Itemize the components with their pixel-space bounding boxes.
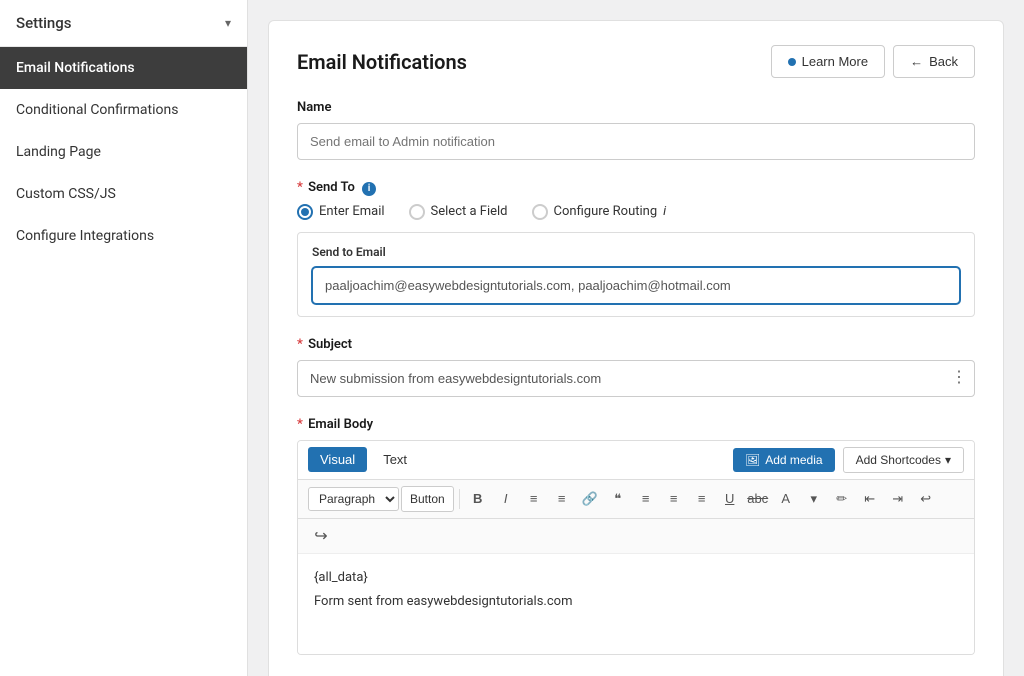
main-content: Email Notifications Learn More ← Back Na…: [248, 0, 1024, 676]
link-button[interactable]: 🔗: [577, 486, 603, 512]
unordered-list-button[interactable]: ≡: [521, 486, 547, 512]
name-input[interactable]: [297, 123, 975, 160]
info-icon-routing[interactable]: i: [663, 204, 666, 219]
editor-top-right: 🖼 Add media Add Shortcodes ▾: [733, 447, 964, 473]
sidebar-item-label: Custom CSS/JS: [16, 186, 116, 202]
radio-btn-select-field: [409, 204, 425, 220]
add-media-label: Add media: [765, 453, 822, 467]
italic-button[interactable]: I: [493, 486, 519, 512]
editor-undo-bar: ↪: [298, 519, 974, 554]
outdent-button[interactable]: ⇤: [857, 486, 883, 512]
align-center-button[interactable]: ≡: [661, 486, 687, 512]
indent-button[interactable]: ⇥: [885, 486, 911, 512]
add-shortcodes-label: Add Shortcodes: [856, 453, 941, 467]
chevron-down-icon: ▾: [225, 16, 231, 30]
sidebar-item-label: Landing Page: [16, 144, 101, 160]
sidebar-item-label: Conditional Confirmations: [16, 102, 178, 118]
send-to-email-input[interactable]: [312, 267, 960, 304]
underline-button[interactable]: U: [717, 486, 743, 512]
radio-label-enter-email: Enter Email: [319, 204, 385, 219]
paragraph-select[interactable]: Paragraph: [308, 487, 399, 511]
send-to-email-box: Send to Email: [297, 232, 975, 317]
radio-configure-routing[interactable]: Configure Routing i: [532, 204, 667, 220]
divider: [459, 489, 460, 509]
subject-input[interactable]: [297, 360, 975, 397]
bold-button[interactable]: B: [465, 486, 491, 512]
page-title: Email Notifications: [297, 50, 467, 74]
learn-more-label: Learn More: [802, 54, 868, 69]
subject-section: * Subject ⋮: [297, 337, 975, 397]
chevron-down-icon: ▾: [945, 453, 951, 467]
sidebar-item-configure-integrations[interactable]: Configure Integrations: [0, 215, 247, 257]
sidebar-settings-label: Settings: [16, 14, 72, 32]
editor-formatting-bar: Paragraph Button B I ≡ ≡ 🔗 ❝ ≡ ≡ ≡ U abc…: [298, 480, 974, 519]
add-media-icon: 🖼: [745, 453, 760, 467]
color-dropdown-button[interactable]: ▾: [801, 486, 827, 512]
name-label: Name: [297, 100, 975, 115]
radio-label-select-field: Select a Field: [431, 204, 508, 219]
subject-dots-button[interactable]: ⋮: [951, 370, 967, 386]
text-color-button[interactable]: A: [773, 486, 799, 512]
editor-tabs: Visual Text: [308, 447, 419, 472]
content-card: Email Notifications Learn More ← Back Na…: [268, 20, 1004, 676]
back-button[interactable]: ← Back: [893, 45, 975, 78]
learn-more-button[interactable]: Learn More: [771, 45, 885, 78]
sidebar-item-label: Configure Integrations: [16, 228, 154, 244]
sidebar-item-email-notifications[interactable]: Email Notifications: [0, 47, 247, 89]
tab-text[interactable]: Text: [371, 447, 419, 472]
radio-enter-email[interactable]: Enter Email: [297, 204, 385, 220]
back-arrow-icon: ←: [910, 54, 923, 69]
align-left-button[interactable]: ≡: [633, 486, 659, 512]
back-label: Back: [929, 54, 958, 69]
tab-visual[interactable]: Visual: [308, 447, 367, 472]
align-right-button[interactable]: ≡: [689, 486, 715, 512]
editor-toolbar-top: Visual Text 🖼 Add media Add Shortcodes ▾: [298, 441, 974, 480]
sidebar-item-label: Email Notifications: [16, 60, 135, 76]
name-section: Name: [297, 100, 975, 160]
email-body-label: * Email Body: [297, 417, 975, 432]
sidebar-nav: Email Notifications Conditional Confirma…: [0, 47, 247, 257]
radio-label-configure-routing: Configure Routing: [554, 204, 658, 219]
radio-btn-configure-routing: [532, 204, 548, 220]
sidebar-settings[interactable]: Settings ▾: [0, 0, 247, 47]
sidebar: Settings ▾ Email Notifications Condition…: [0, 0, 248, 676]
header-buttons: Learn More ← Back: [771, 45, 975, 78]
undo-icon-button[interactable]: ↪: [308, 523, 334, 549]
required-indicator: *: [297, 337, 303, 352]
subject-label: * Subject: [297, 337, 975, 352]
circle-icon: [788, 58, 796, 66]
sidebar-item-custom-css-js[interactable]: Custom CSS/JS: [0, 173, 247, 215]
editor-body-line1: {all_data}: [314, 568, 958, 589]
info-icon[interactable]: i: [362, 182, 376, 196]
radio-btn-enter-email: [297, 204, 313, 220]
send-to-email-label: Send to Email: [312, 245, 960, 259]
blockquote-button[interactable]: ❝: [605, 486, 631, 512]
sidebar-item-conditional-confirmations[interactable]: Conditional Confirmations: [0, 89, 247, 131]
undo-button[interactable]: ↩: [913, 486, 939, 512]
subject-wrapper: ⋮: [297, 360, 975, 397]
send-to-label: * Send To i: [297, 180, 975, 196]
clear-formatting-button[interactable]: ✏: [829, 486, 855, 512]
card-header: Email Notifications Learn More ← Back: [297, 45, 975, 78]
add-media-button[interactable]: 🖼 Add media: [733, 448, 835, 472]
required-indicator: *: [297, 417, 303, 432]
email-body-section: * Email Body Visual Text 🖼 Add media: [297, 417, 975, 655]
strikethrough-button[interactable]: abc: [745, 486, 771, 512]
radio-group: Enter Email Select a Field Configure Rou…: [297, 204, 975, 220]
required-indicator: *: [297, 180, 303, 195]
editor-container: Visual Text 🖼 Add media Add Shortcodes ▾: [297, 440, 975, 655]
editor-body-line2: Form sent from easywebdesigntutorials.co…: [314, 592, 958, 613]
sidebar-item-landing-page[interactable]: Landing Page: [0, 131, 247, 173]
button-format-btn[interactable]: Button: [401, 486, 454, 512]
ordered-list-button[interactable]: ≡: [549, 486, 575, 512]
add-shortcodes-button[interactable]: Add Shortcodes ▾: [843, 447, 964, 473]
editor-body[interactable]: {all_data} Form sent from easywebdesignt…: [298, 554, 974, 654]
radio-select-field[interactable]: Select a Field: [409, 204, 508, 220]
send-to-section: * Send To i Enter Email Select a Field C…: [297, 180, 975, 317]
